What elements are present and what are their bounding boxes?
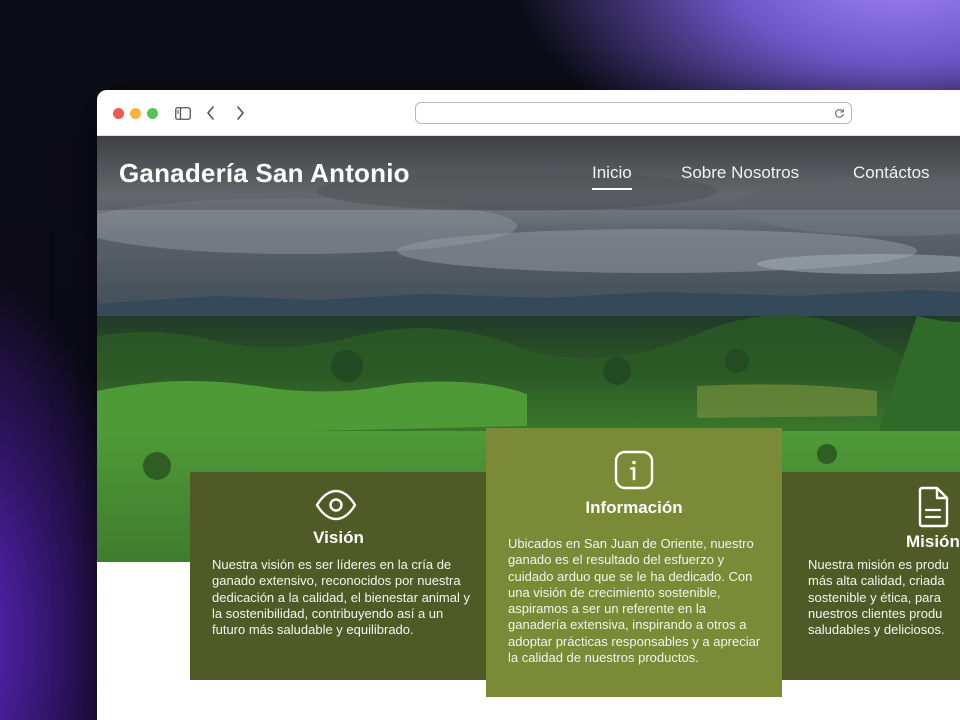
mision-line: nuestros clientes produ [808,605,943,621]
nav-link-inicio[interactable]: Inicio [592,163,632,190]
mision-line: sostenible y ética, para [808,589,941,605]
vision-card: Visión Nuestra visión es ser líderes en … [190,472,487,680]
vision-text: Nuestra visión es ser líderes en la cría… [212,557,470,638]
web-page: Ganadería San Antonio Inicio Sobre Nosot… [97,136,960,720]
info-icon [614,450,654,495]
sidebar-icon[interactable] [174,104,192,122]
browser-toolbar [97,90,960,136]
mision-line: más alta calidad, criada [808,573,945,589]
info-title: Información [585,498,683,517]
site-header: Ganadería San Antonio Inicio Sobre Nosot… [97,136,960,210]
info-text: Ubicados en San Juan de Oriente, nuestro… [508,536,761,666]
nav-link-contactos[interactable]: Contáctos [853,163,930,183]
close-window-button[interactable] [113,108,124,119]
mision-line: Nuestra misión es produ [808,557,949,572]
mision-title: Misión [906,532,960,551]
document-icon [916,486,950,533]
mision-line: saludables y deliciosos. [808,622,945,638]
address-bar[interactable] [415,102,852,124]
reload-icon[interactable] [832,106,846,120]
back-icon[interactable] [202,104,220,122]
mision-card: Misión Nuestra misión es produ más alta … [782,472,960,680]
nav-link-sobre-nosotros[interactable]: Sobre Nosotros [681,163,799,183]
maximize-window-button[interactable] [147,108,158,119]
eye-icon [314,488,358,527]
mision-text: Nuestra misión es produ más alta calidad… [808,557,960,638]
forward-icon[interactable] [231,104,249,122]
site-title[interactable]: Ganadería San Antonio [119,158,410,189]
browser-window: Ganadería San Antonio Inicio Sobre Nosot… [97,90,960,720]
minimize-window-button[interactable] [130,108,141,119]
info-card: Información Ubicados en San Juan de Orie… [486,428,782,697]
vision-title: Visión [313,528,364,547]
